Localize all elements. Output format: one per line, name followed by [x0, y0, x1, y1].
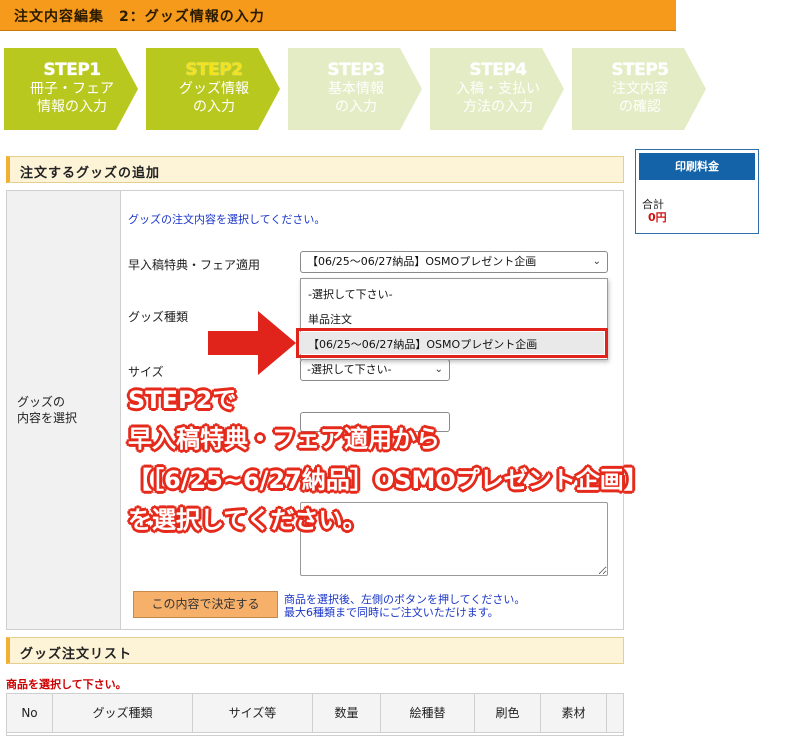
red-arrow-icon [208, 311, 296, 375]
size-label: サイズ [128, 365, 164, 379]
col-quantity: 数量 [313, 694, 381, 732]
dropdown-option-1[interactable]: 単品注文 [308, 311, 352, 327]
col-goods-type: グッズ種類 [53, 694, 193, 732]
col-material: 素材 [541, 694, 607, 732]
order-list-note: 商品を選択して下さい。 [6, 678, 127, 691]
chevron-down-icon: ⌄ [592, 256, 601, 267]
goods-select-label: グッズの 内容を選択 [17, 395, 78, 425]
col-print-color: 刷色 [475, 694, 541, 732]
step-5: STEP5 注文内容 の確認 [572, 48, 708, 130]
fair-label: 早入稿特典・フェア適用 [128, 258, 261, 272]
col-no: No [7, 694, 53, 732]
size-select[interactable]: -選択して下さい- ⌄ [300, 359, 450, 381]
page-title: 注文内容編集 2：グッズ情報の入力 [14, 9, 265, 25]
col-size: サイズ等 [193, 694, 313, 732]
step-progress: STEP1 冊子・フェア 情報の入力 STEP2 グッズ情報 の入力 STEP3 基本情報… [0, 48, 720, 130]
price-total-value: 0円 [648, 211, 667, 224]
col-art-variation: 絵種替 [381, 694, 475, 732]
order-list-table: No グッズ種類 サイズ等 数量 絵種替 刷色 素材 [6, 693, 624, 736]
step-2: STEP2 グッズ情報 の入力 [146, 48, 282, 130]
form-left-label-cell: グッズの 内容を選択 [7, 191, 121, 629]
step-4: STEP4 入稿・支払い 方法の入力 [430, 48, 566, 130]
chevron-down-icon: ⌄ [434, 364, 443, 375]
overlay-line-4: を選択してください。 [128, 506, 367, 534]
decide-note-2: 最大6種類まで同時にご注文いただけます。 [284, 606, 499, 619]
step-3: STEP3 基本情報 の入力 [288, 48, 424, 130]
order-list-header-row: No グッズ種類 サイズ等 数量 絵種替 刷色 素材 [7, 694, 623, 733]
goods-type-label: グッズ種類 [128, 310, 189, 324]
overlay-line-2: 早入稿特典・フェア適用から [128, 425, 440, 453]
fair-select[interactable]: 【06/25～06/27納品】OSMOプレゼント企画 ⌄ [300, 251, 608, 273]
order-list-heading: グッズ注文リスト [6, 637, 624, 664]
page-title-bar: 注文内容編集 2：グッズ情報の入力 [0, 0, 676, 31]
add-goods-heading: 注文するグッズの追加 [6, 156, 624, 183]
step-1: STEP1 冊子・フェア 情報の入力 [4, 48, 140, 130]
price-heading: 印刷料金 [639, 153, 755, 180]
overlay-line-3: 【［6/25~6/27納品］OSMOプレゼント企画】 [128, 466, 648, 494]
form-instruction: グッズの注文内容を選択してください。 [128, 213, 326, 226]
price-panel: 印刷料金 合計 0円 [635, 149, 759, 234]
dropdown-option-0[interactable]: -選択して下さい- [308, 286, 393, 302]
option-highlight-box [296, 328, 608, 358]
overlay-line-1: STEP2で [128, 386, 237, 414]
decide-button[interactable]: この内容で決定する [133, 591, 278, 618]
